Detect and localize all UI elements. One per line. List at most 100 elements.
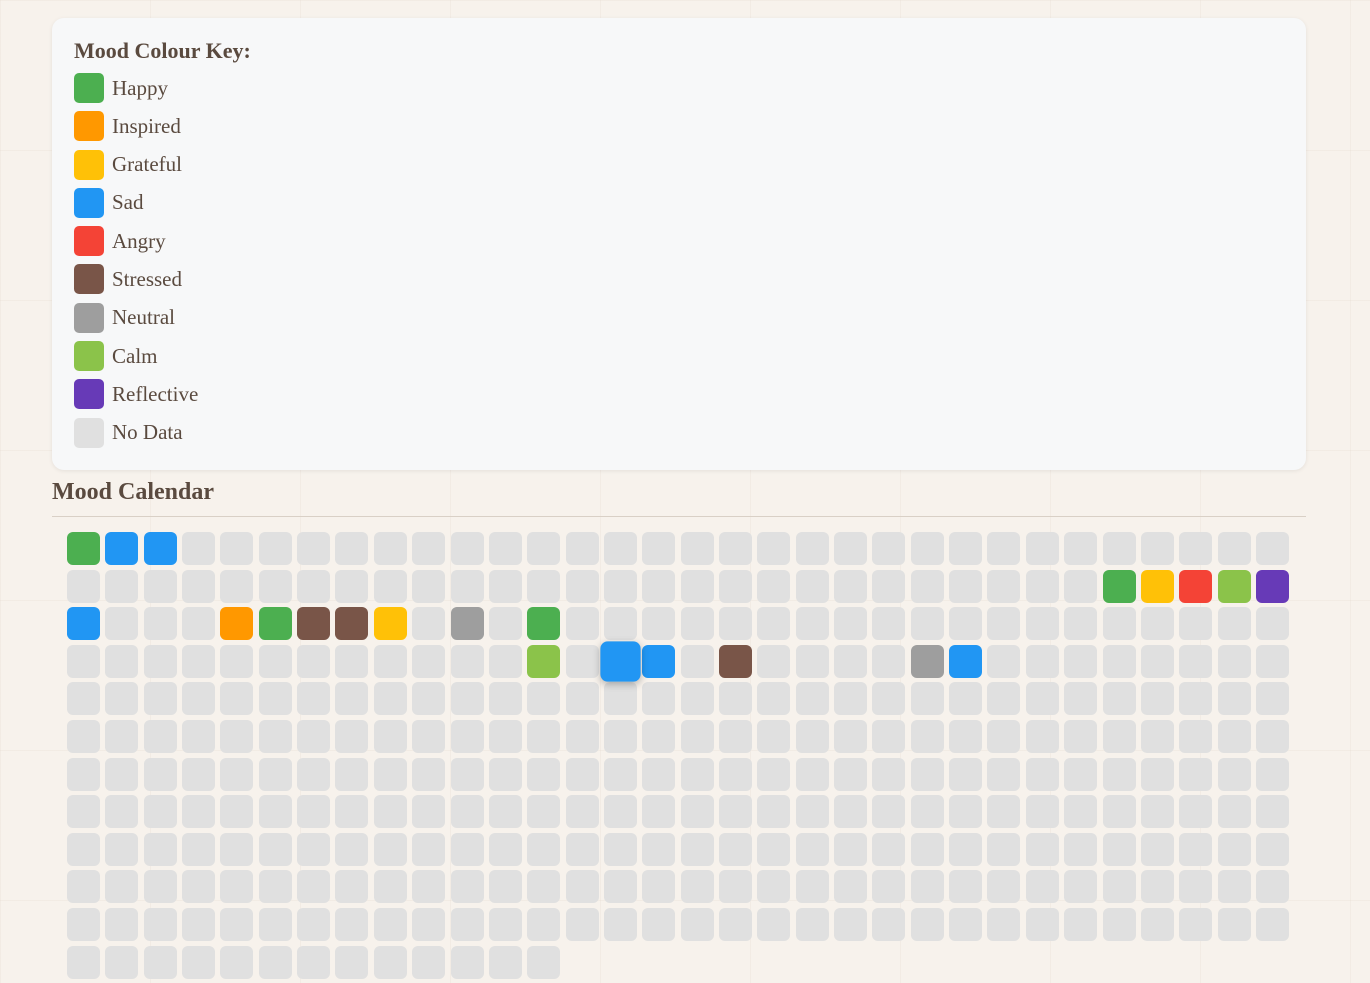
day-cell[interactable] <box>1217 569 1251 603</box>
day-cell[interactable] <box>795 832 829 866</box>
day-cell[interactable] <box>1025 832 1059 866</box>
day-cell[interactable] <box>872 569 906 603</box>
day-cell[interactable] <box>1064 532 1098 565</box>
day-cell[interactable] <box>450 945 484 979</box>
day-cell[interactable] <box>910 532 944 565</box>
day-cell[interactable] <box>795 607 829 641</box>
day-cell[interactable] <box>757 757 791 791</box>
day-cell[interactable] <box>258 757 292 791</box>
day-cell[interactable] <box>1179 532 1213 565</box>
day-cell[interactable] <box>488 644 522 678</box>
day-cell[interactable] <box>1179 832 1213 866</box>
day-cell[interactable] <box>987 870 1021 904</box>
day-cell[interactable] <box>1102 682 1136 716</box>
day-cell[interactable] <box>488 720 522 753</box>
day-cell[interactable] <box>1179 757 1213 791</box>
day-cell[interactable] <box>603 569 637 603</box>
day-cell[interactable] <box>373 870 407 904</box>
day-cell[interactable] <box>757 682 791 716</box>
day-cell[interactable] <box>220 569 254 603</box>
day-cell[interactable] <box>642 569 676 603</box>
day-cell[interactable] <box>1255 908 1289 941</box>
day-cell[interactable] <box>373 644 407 678</box>
day-cell[interactable] <box>795 908 829 941</box>
day-cell[interactable] <box>258 569 292 603</box>
day-cell[interactable] <box>603 908 637 941</box>
day-cell[interactable] <box>1025 795 1059 829</box>
day-cell[interactable] <box>412 682 446 716</box>
day-cell[interactable] <box>335 720 369 753</box>
day-cell[interactable] <box>1064 870 1098 904</box>
day-cell[interactable] <box>1255 870 1289 904</box>
day-cell[interactable] <box>872 720 906 753</box>
day-cell[interactable] <box>987 908 1021 941</box>
day-cell[interactable] <box>795 870 829 904</box>
day-cell[interactable] <box>1217 832 1251 866</box>
day-cell[interactable] <box>1140 870 1174 904</box>
day-cell[interactable] <box>105 607 139 641</box>
day-cell[interactable] <box>1102 908 1136 941</box>
day-cell[interactable] <box>1025 532 1059 565</box>
day-cell[interactable] <box>1025 569 1059 603</box>
day-cell[interactable] <box>335 908 369 941</box>
day-cell[interactable] <box>757 832 791 866</box>
day-cell[interactable] <box>1217 757 1251 791</box>
day-cell[interactable] <box>757 607 791 641</box>
day-cell[interactable] <box>373 757 407 791</box>
day-cell[interactable] <box>603 532 637 565</box>
day-cell[interactable] <box>258 945 292 979</box>
day-cell[interactable] <box>834 757 867 791</box>
day-cell[interactable] <box>834 607 867 641</box>
day-cell[interactable] <box>910 832 944 866</box>
day-cell[interactable] <box>143 644 177 678</box>
day-cell[interactable] <box>1140 607 1174 641</box>
day-cell[interactable] <box>1255 682 1289 716</box>
day-cell[interactable] <box>565 908 599 941</box>
day-cell[interactable] <box>719 532 752 565</box>
day-cell[interactable] <box>1140 757 1174 791</box>
day-cell[interactable] <box>105 945 139 979</box>
day-cell[interactable] <box>565 720 599 753</box>
day-cell[interactable] <box>757 720 791 753</box>
day-cell[interactable] <box>680 682 714 716</box>
day-cell[interactable] <box>527 908 561 941</box>
day-cell[interactable] <box>603 795 637 829</box>
day-cell[interactable] <box>450 607 484 641</box>
day-cell[interactable] <box>1217 532 1251 565</box>
day-cell[interactable] <box>450 832 484 866</box>
day-cell[interactable] <box>719 757 752 791</box>
day-cell[interactable] <box>297 607 331 641</box>
day-cell[interactable] <box>757 795 791 829</box>
day-cell[interactable] <box>1102 720 1136 753</box>
day-cell[interactable] <box>1064 682 1098 716</box>
day-cell[interactable] <box>1179 908 1213 941</box>
day-cell[interactable] <box>1102 832 1136 866</box>
day-cell[interactable] <box>1217 795 1251 829</box>
day-cell[interactable] <box>220 945 254 979</box>
day-cell[interactable] <box>1140 908 1174 941</box>
day-cell[interactable] <box>1179 682 1213 716</box>
day-cell[interactable] <box>450 870 484 904</box>
day-cell[interactable] <box>1217 870 1251 904</box>
day-cell[interactable] <box>987 795 1021 829</box>
day-cell[interactable] <box>1255 569 1289 603</box>
day-cell[interactable] <box>603 832 637 866</box>
day-cell[interactable] <box>1179 607 1213 641</box>
day-cell[interactable] <box>1025 908 1059 941</box>
day-cell[interactable] <box>182 870 216 904</box>
day-cell[interactable] <box>910 870 944 904</box>
day-cell[interactable] <box>1217 644 1251 678</box>
day-cell[interactable] <box>1064 832 1098 866</box>
day-cell[interactable] <box>795 532 829 565</box>
day-cell[interactable] <box>1025 644 1059 678</box>
day-cell[interactable] <box>182 757 216 791</box>
day-cell[interactable] <box>719 569 752 603</box>
day-cell[interactable] <box>949 757 983 791</box>
day-cell[interactable] <box>1140 795 1174 829</box>
day-cell[interactable] <box>258 532 292 565</box>
day-cell[interactable] <box>872 870 906 904</box>
day-cell[interactable] <box>105 795 139 829</box>
day-cell[interactable] <box>527 832 561 866</box>
day-cell[interactable] <box>220 870 254 904</box>
day-cell[interactable] <box>910 720 944 753</box>
